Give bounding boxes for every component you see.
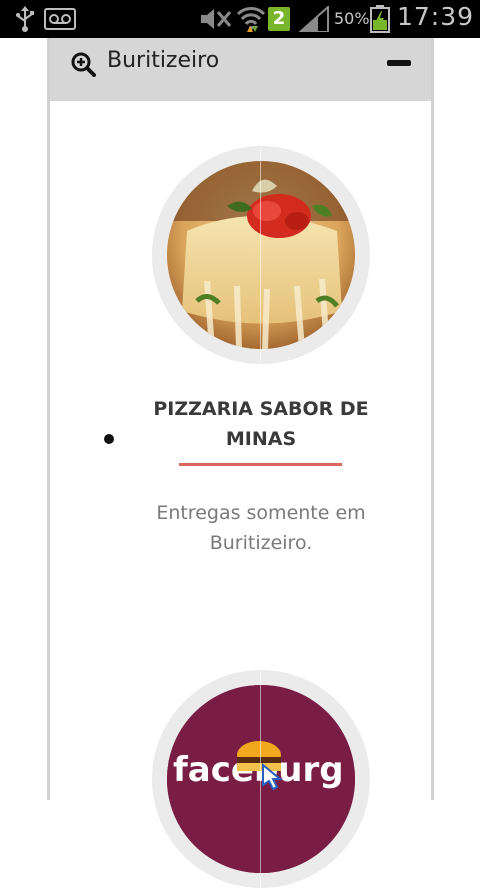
list-bullet (104, 434, 114, 444)
next-store-image[interactable]: faceburg (152, 670, 370, 888)
image-seam (260, 670, 261, 888)
city-header[interactable]: Buritizeiro (50, 38, 431, 101)
city-title: Buritizeiro (107, 48, 220, 73)
sim-slot-badge: 2 (268, 7, 290, 31)
minus-icon[interactable] (387, 60, 411, 66)
battery-percent: 50% (334, 9, 370, 28)
mute-icon (201, 9, 232, 29)
status-bar: 2 50% 17:39 (0, 0, 480, 38)
pizza-photo (167, 161, 355, 349)
store-panel: Buritizeiro PIZZARIA SABOR DE MINAS Entr… (47, 38, 434, 888)
store-description: Entregas somente em Buritizeiro. (156, 502, 366, 554)
store-name-underline (179, 463, 342, 466)
store-name[interactable]: PIZZARIA SABOR DE MINAS (151, 394, 371, 454)
usb-icon (16, 6, 34, 32)
store-image[interactable] (152, 146, 370, 364)
voicemail-icon (44, 8, 76, 30)
signal-icon (298, 6, 329, 32)
battery-icon (370, 5, 390, 33)
faceburg-logo: faceburg (167, 685, 355, 873)
image-seam (260, 146, 261, 364)
clock: 17:39 (397, 2, 475, 31)
wifi-icon (236, 7, 266, 32)
zoom-in-icon[interactable] (70, 51, 96, 77)
